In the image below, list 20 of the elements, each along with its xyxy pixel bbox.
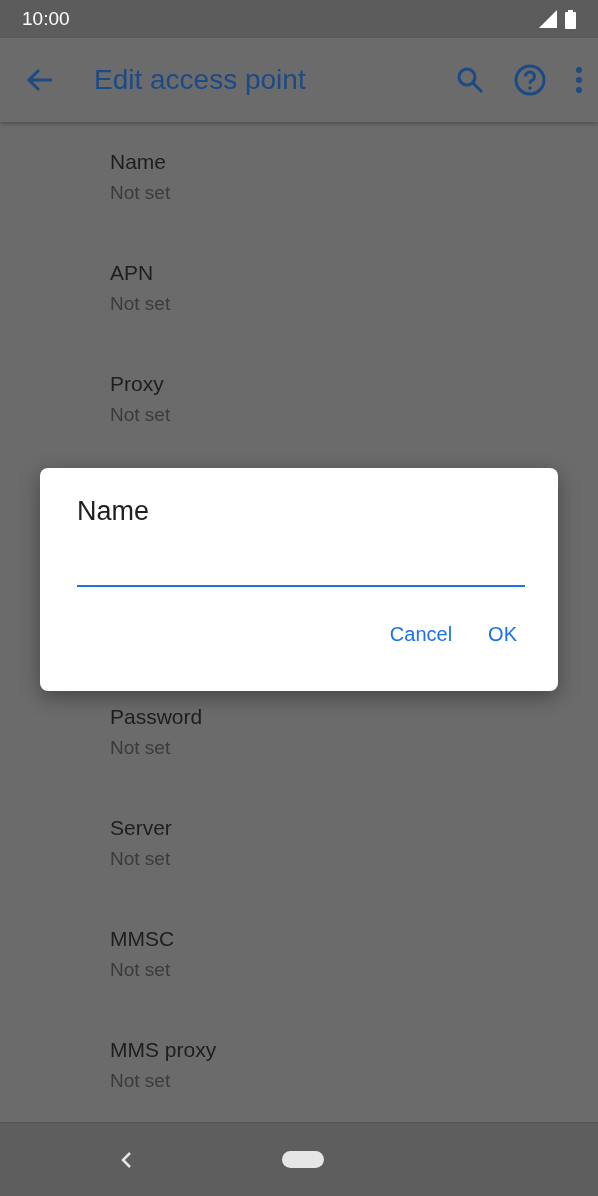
setting-title[interactable]: Name bbox=[110, 150, 167, 174]
setting-title[interactable]: Password bbox=[110, 705, 203, 729]
home-button[interactable] bbox=[282, 1151, 324, 1168]
dialog-button[interactable]: Cancel bbox=[385, 617, 457, 652]
dialog-title: Name bbox=[77, 496, 150, 527]
setting-title[interactable]: Server bbox=[110, 816, 172, 840]
setting-title[interactable]: MMS proxy bbox=[110, 1038, 217, 1062]
setting-title[interactable]: Proxy bbox=[110, 372, 164, 396]
clock: 10:00 bbox=[22, 8, 70, 30]
back-icon[interactable] bbox=[120, 1150, 132, 1169]
screen-title: Edit access point bbox=[94, 64, 307, 96]
search-icon[interactable] bbox=[456, 66, 484, 94]
battery-icon bbox=[565, 9, 576, 29]
signal-icon bbox=[539, 10, 557, 28]
help-icon[interactable] bbox=[514, 64, 546, 96]
back-arrow-icon[interactable] bbox=[26, 68, 54, 92]
dialog-button[interactable]: OK bbox=[484, 617, 521, 652]
more-icon[interactable] bbox=[576, 67, 582, 93]
setting-title[interactable]: MMSC bbox=[110, 927, 175, 951]
setting-title[interactable]: APN bbox=[110, 261, 154, 285]
